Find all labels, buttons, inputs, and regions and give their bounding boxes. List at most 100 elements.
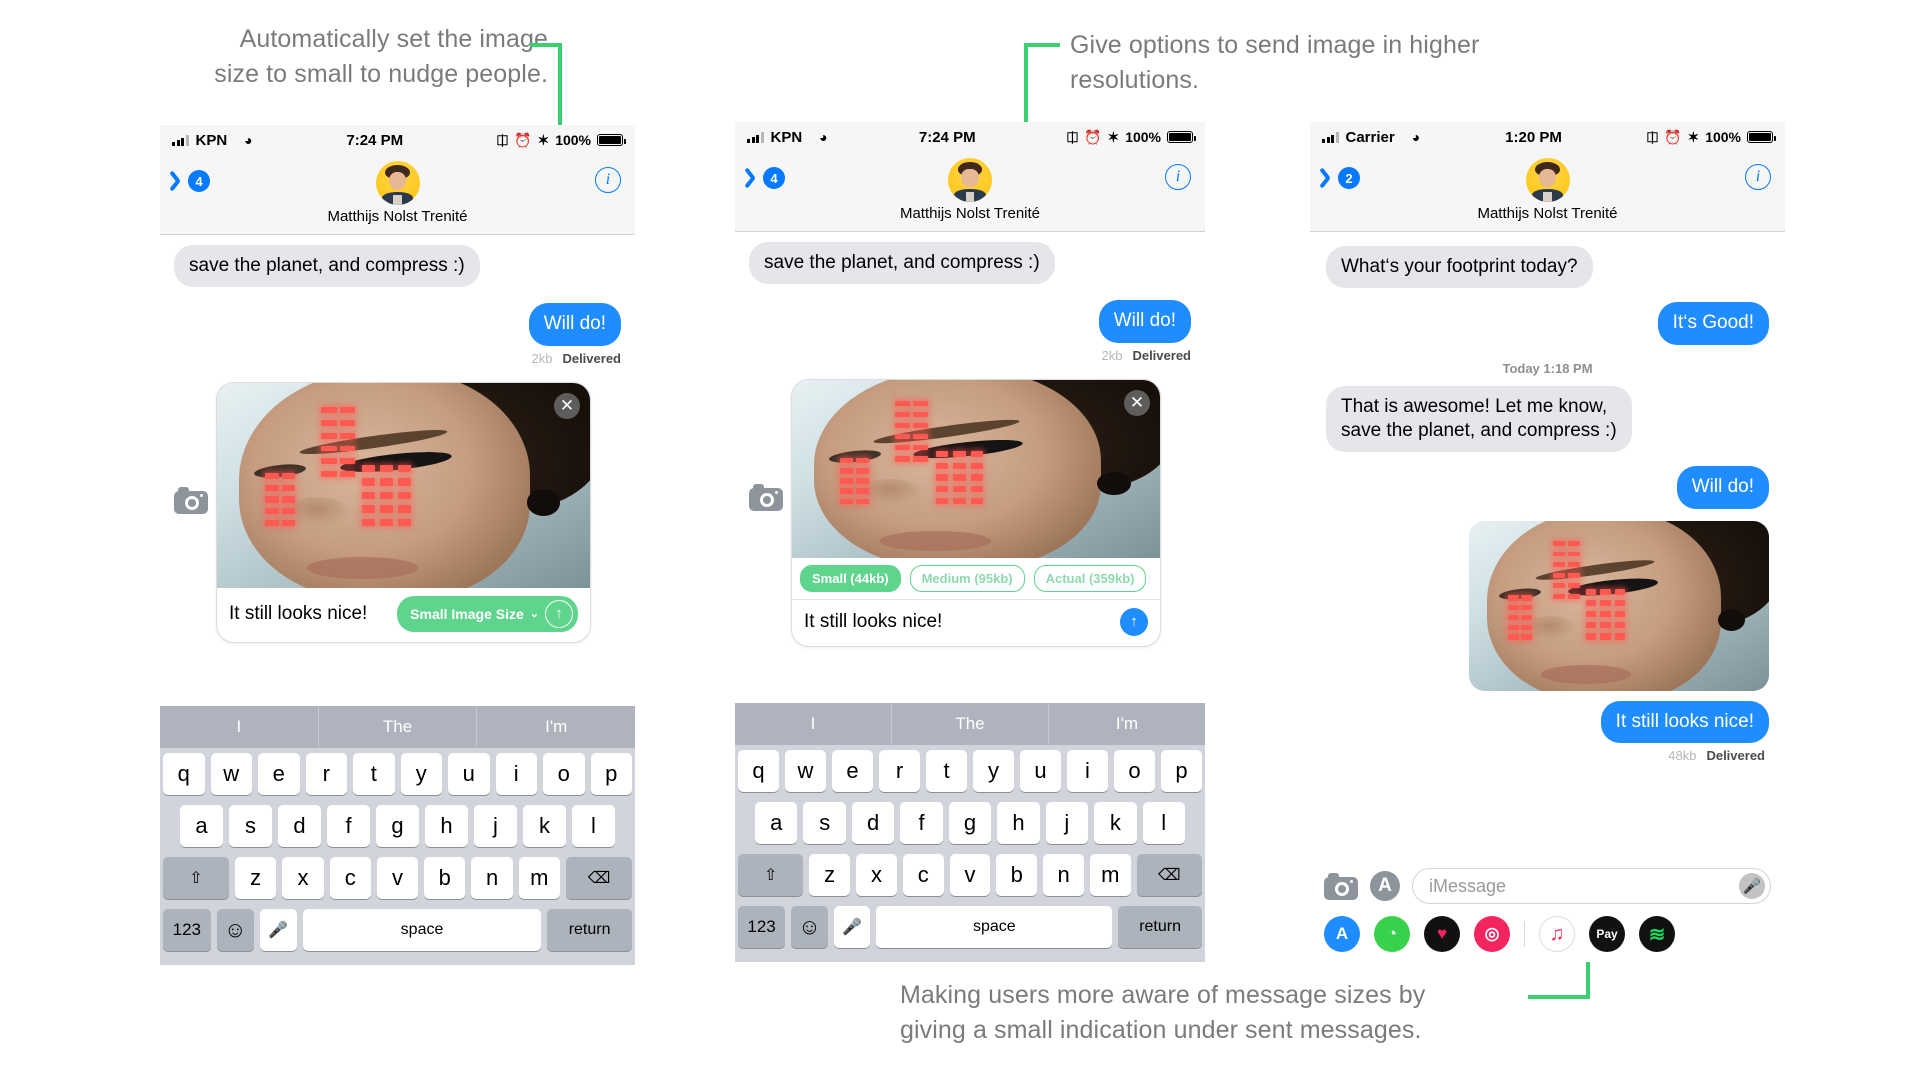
message-bubble[interactable]: That is awesome! Let me know, save the p… bbox=[1321, 385, 1632, 453]
numbers-key[interactable]: 123 bbox=[738, 906, 786, 948]
key-w[interactable]: w bbox=[785, 750, 826, 792]
key-v[interactable]: v bbox=[376, 857, 419, 899]
emoji-key[interactable]: ☺ bbox=[791, 906, 828, 948]
message-bubble[interactable]: It still looks nice! bbox=[1600, 700, 1775, 744]
prediction-item[interactable]: I bbox=[735, 703, 892, 745]
key-l[interactable]: l bbox=[1142, 802, 1185, 844]
apple-music-dock-icon[interactable]: ♫ bbox=[1539, 916, 1575, 952]
size-option-medium[interactable]: Medium (95kb) bbox=[909, 564, 1025, 592]
image-search-dock-icon[interactable]: ◎ bbox=[1474, 916, 1510, 952]
send-button[interactable]: ↑ bbox=[545, 599, 573, 628]
contact-header-1[interactable]: Matthijs Nolst Trenité bbox=[160, 155, 635, 225]
key-b[interactable]: b bbox=[424, 857, 466, 899]
key-n[interactable]: n bbox=[471, 857, 513, 899]
key-h[interactable]: h bbox=[425, 805, 468, 847]
back-button-1[interactable]: 4 bbox=[172, 169, 210, 193]
key-a[interactable]: a bbox=[755, 802, 798, 844]
back-button-3[interactable]: 2 bbox=[1322, 166, 1360, 190]
key-c[interactable]: c bbox=[902, 854, 944, 896]
key-z[interactable]: z bbox=[235, 857, 277, 899]
info-button-2[interactable]: i bbox=[1165, 164, 1191, 190]
key-v[interactable]: v bbox=[949, 854, 991, 896]
key-x[interactable]: x bbox=[282, 857, 324, 899]
composer-text[interactable]: It still looks nice! bbox=[804, 611, 1110, 633]
key-i[interactable]: i bbox=[495, 753, 537, 795]
app-store-dock-icon[interactable]: A bbox=[1324, 916, 1360, 952]
message-bubble[interactable]: save the planet, and compress :) bbox=[169, 245, 480, 288]
key-y[interactable]: y bbox=[973, 750, 1014, 792]
key-t[interactable]: t bbox=[926, 750, 967, 792]
close-icon[interactable]: ✕ bbox=[1124, 389, 1150, 416]
camera-icon[interactable] bbox=[174, 487, 208, 514]
activity-dock-icon[interactable]: ◔ bbox=[1374, 916, 1410, 952]
key-y[interactable]: y bbox=[400, 753, 442, 795]
info-button-3[interactable]: i bbox=[1745, 164, 1771, 190]
key-u[interactable]: u bbox=[448, 753, 490, 795]
back-button-2[interactable]: 4 bbox=[747, 166, 785, 190]
key-r[interactable]: r bbox=[879, 750, 920, 792]
message-bubble[interactable]: Will do! bbox=[1676, 466, 1775, 509]
imessage-input[interactable]: iMessage 🎤 bbox=[1412, 868, 1771, 904]
attached-image-2[interactable]: ✕ bbox=[792, 379, 1160, 558]
key-q[interactable]: q bbox=[163, 753, 205, 795]
contact-header-3[interactable]: Matthijs Nolst Trenité bbox=[1310, 152, 1785, 222]
prediction-item[interactable]: The bbox=[892, 703, 1049, 745]
camera-icon[interactable] bbox=[1324, 872, 1358, 900]
key-d[interactable]: d bbox=[278, 805, 321, 847]
key-j[interactable]: j bbox=[1045, 802, 1089, 844]
key-u[interactable]: u bbox=[1020, 750, 1061, 792]
key-o[interactable]: o bbox=[543, 753, 585, 795]
emoji-key[interactable]: ☺ bbox=[216, 909, 254, 951]
microphone-icon[interactable]: 🎤 bbox=[1739, 873, 1765, 899]
return-key[interactable]: return bbox=[1118, 906, 1203, 948]
key-s[interactable]: s bbox=[803, 802, 846, 844]
key-h[interactable]: h bbox=[997, 802, 1040, 844]
info-button-1[interactable]: i bbox=[595, 167, 621, 193]
numbers-key[interactable]: 123 bbox=[163, 909, 211, 951]
key-g[interactable]: g bbox=[376, 805, 419, 847]
key-p[interactable]: p bbox=[590, 753, 632, 795]
prediction-item[interactable]: I'm bbox=[1049, 703, 1205, 745]
message-bubble[interactable]: Will do! bbox=[528, 303, 627, 346]
key-l[interactable]: l bbox=[572, 805, 615, 847]
image-size-selector[interactable]: Small Image Size ⌄ ↑ bbox=[397, 595, 578, 632]
key-p[interactable]: p bbox=[1161, 750, 1202, 792]
app-store-icon[interactable]: A bbox=[1370, 871, 1400, 901]
apple-pay-dock-icon[interactable]: Pay bbox=[1589, 916, 1625, 952]
sent-photo[interactable] bbox=[1469, 520, 1769, 691]
key-f[interactable]: f bbox=[327, 805, 370, 847]
space-key[interactable]: space bbox=[876, 906, 1113, 948]
key-k[interactable]: k bbox=[1094, 802, 1137, 844]
key-o[interactable]: o bbox=[1114, 750, 1155, 792]
key-f[interactable]: f bbox=[900, 802, 943, 844]
key-x[interactable]: x bbox=[856, 854, 897, 896]
shift-key[interactable]: ⇧ bbox=[162, 857, 230, 899]
composer-text[interactable]: It still looks nice! bbox=[229, 603, 387, 625]
key-z[interactable]: z bbox=[809, 854, 851, 896]
key-g[interactable]: g bbox=[948, 802, 992, 844]
prediction-item[interactable]: I bbox=[160, 706, 319, 748]
return-key[interactable]: return bbox=[547, 909, 632, 951]
key-q[interactable]: q bbox=[738, 750, 779, 792]
key-w[interactable]: w bbox=[210, 753, 252, 795]
contact-header-2[interactable]: Matthijs Nolst Trenité bbox=[735, 152, 1205, 222]
key-d[interactable]: d bbox=[851, 802, 895, 844]
key-r[interactable]: r bbox=[305, 753, 347, 795]
message-bubble[interactable]: Will do! bbox=[1098, 300, 1197, 343]
dictate-key[interactable]: 🎤 bbox=[833, 906, 871, 948]
key-m[interactable]: m bbox=[1089, 854, 1131, 896]
digital-touch-dock-icon[interactable]: ♥ bbox=[1424, 916, 1460, 952]
key-i[interactable]: i bbox=[1067, 750, 1108, 792]
dictate-key[interactable]: 🎤 bbox=[259, 909, 297, 951]
spotify-dock-icon[interactable]: ≋ bbox=[1639, 916, 1675, 952]
key-b[interactable]: b bbox=[996, 854, 1038, 896]
key-a[interactable]: a bbox=[180, 805, 223, 847]
key-t[interactable]: t bbox=[353, 753, 395, 795]
key-j[interactable]: j bbox=[474, 805, 517, 847]
key-n[interactable]: n bbox=[1043, 854, 1084, 896]
close-icon[interactable]: ✕ bbox=[554, 392, 580, 419]
message-bubble[interactable]: save the planet, and compress :) bbox=[744, 242, 1055, 285]
key-k[interactable]: k bbox=[523, 805, 566, 847]
key-e[interactable]: e bbox=[258, 753, 300, 795]
space-key[interactable]: space bbox=[302, 909, 542, 951]
